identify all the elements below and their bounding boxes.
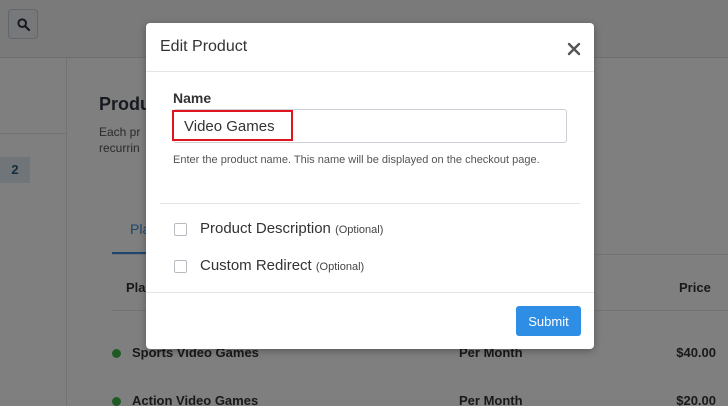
option-label-text: Custom Redirect	[200, 257, 312, 274]
close-icon[interactable]	[566, 41, 582, 57]
option-label-text: Product Description	[200, 220, 331, 237]
optional-tag: (Optional)	[335, 224, 384, 236]
custom-redirect-checkbox[interactable]	[174, 260, 187, 273]
submit-button[interactable]: Submit	[516, 306, 581, 336]
modal-title: Edit Product	[160, 38, 248, 55]
section-divider	[160, 203, 580, 204]
product-description-checkbox[interactable]	[174, 223, 187, 236]
option-label: Product Description (Optional)	[200, 220, 383, 237]
modal-footer-divider	[146, 292, 594, 293]
name-help-text: Enter the product name. This name will b…	[173, 154, 540, 166]
modal-header: Edit Product	[146, 23, 594, 72]
option-label: Custom Redirect (Optional)	[200, 257, 364, 274]
optional-tag: (Optional)	[315, 261, 365, 273]
edit-product-modal: Edit Product Name Enter the product name…	[146, 23, 594, 349]
name-label: Name	[173, 90, 212, 106]
product-name-input[interactable]	[173, 109, 567, 143]
